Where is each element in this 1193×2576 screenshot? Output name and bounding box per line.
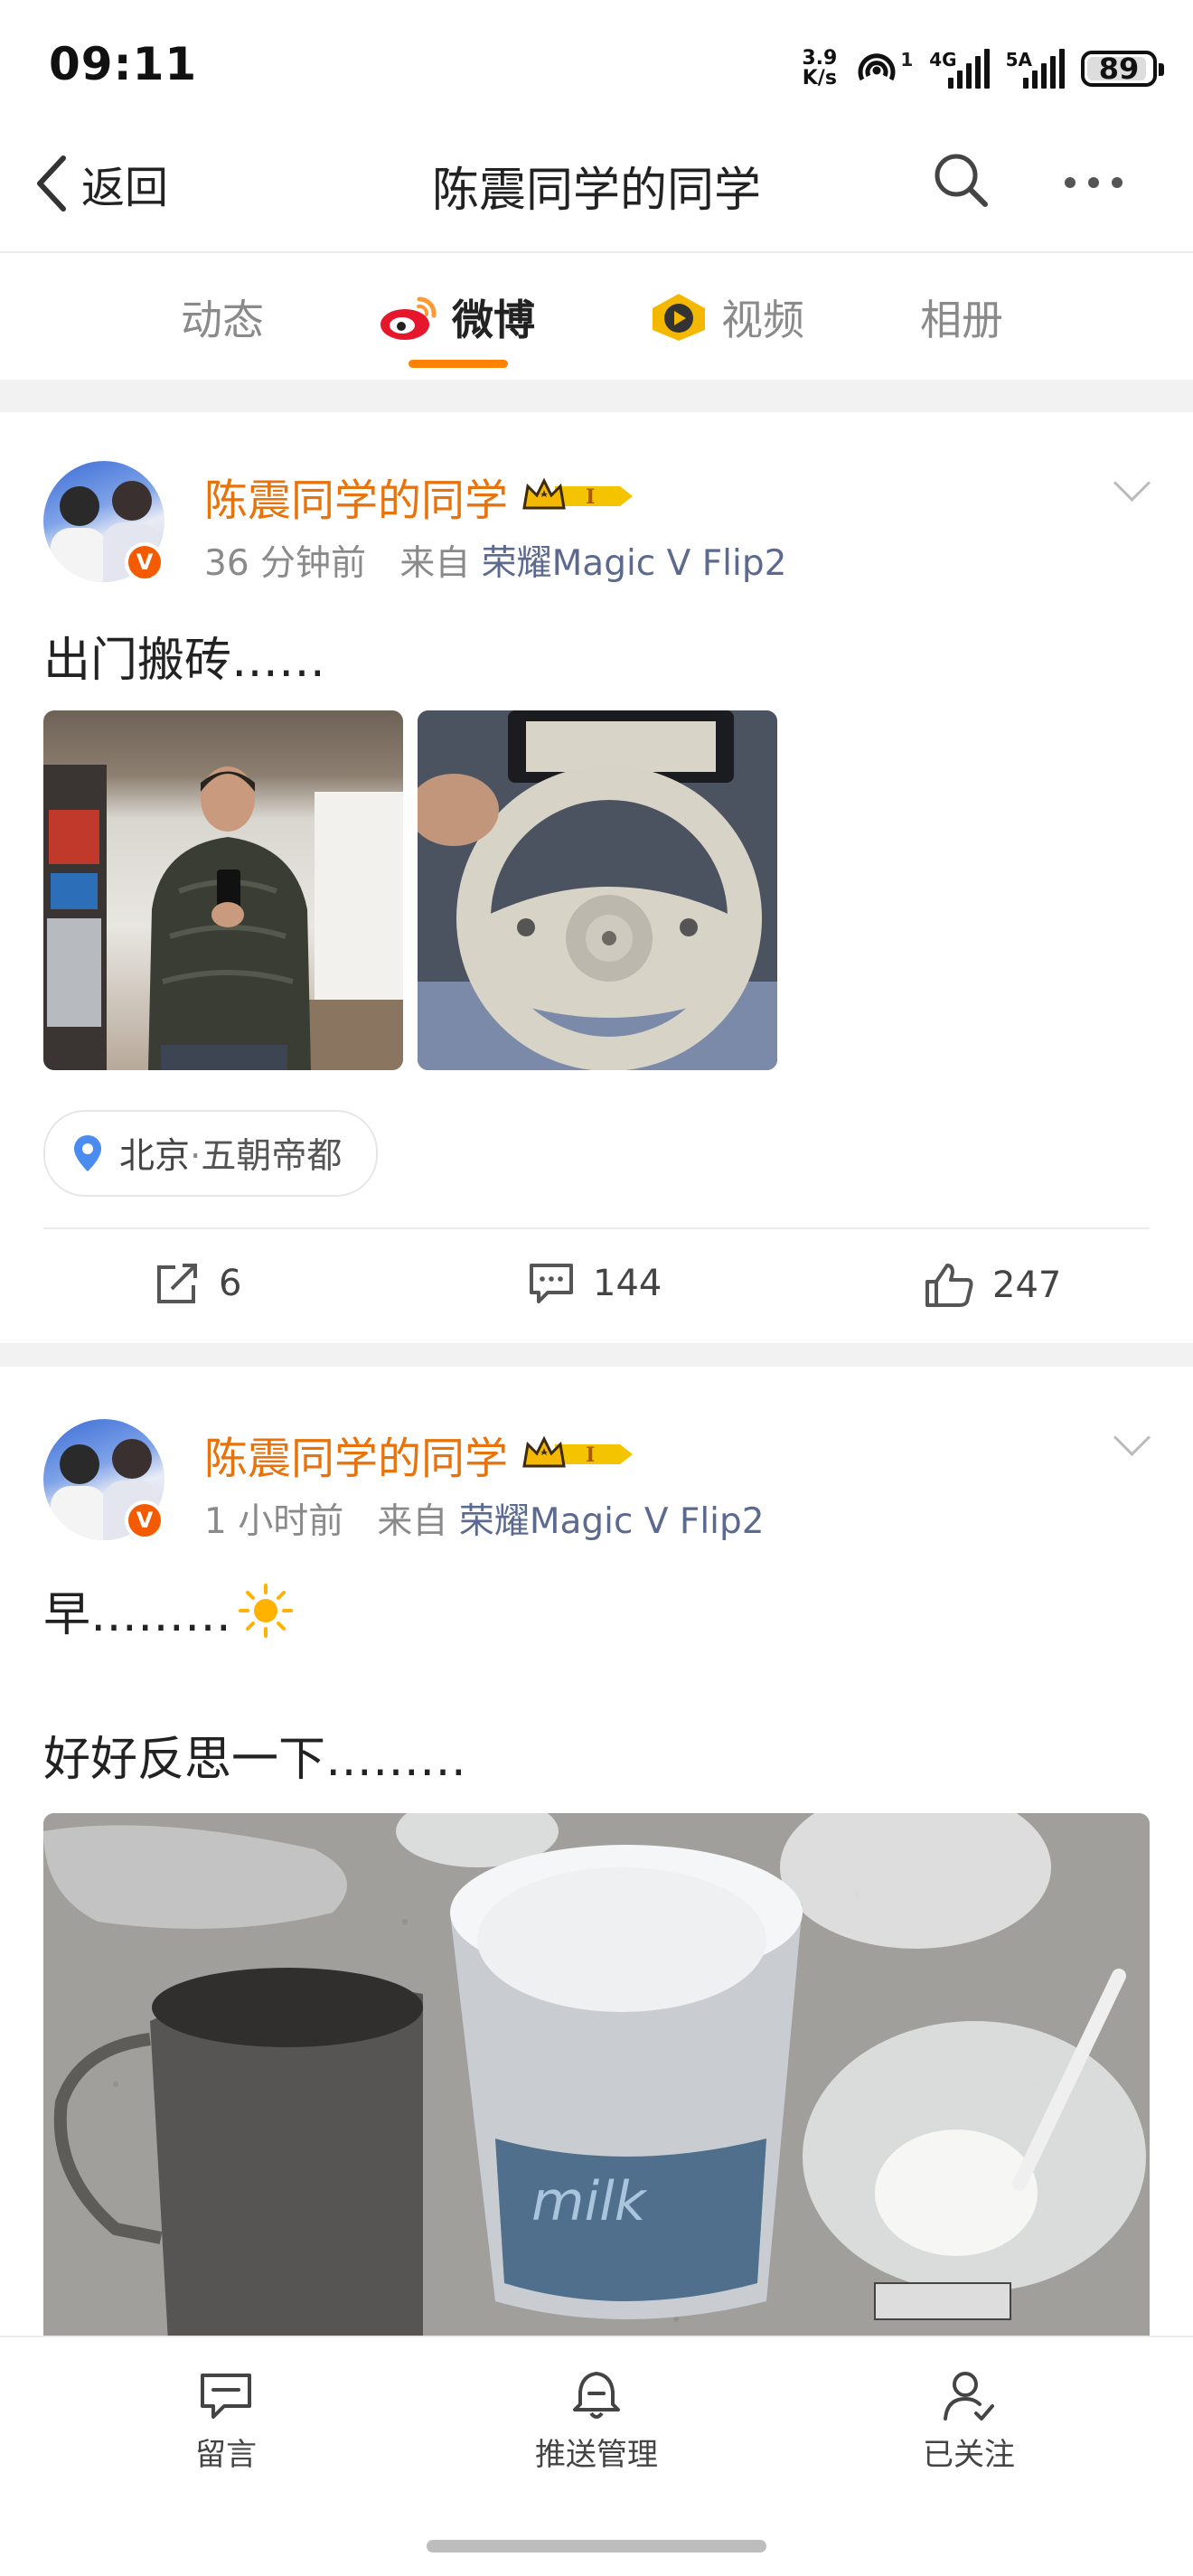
post-image[interactable] — [418, 710, 777, 1070]
tab-album[interactable]: 相册 — [920, 287, 1003, 347]
photo-steering-wheel — [418, 710, 777, 1070]
tab-label: 动态 — [181, 296, 264, 344]
active-tab-indicator — [409, 360, 508, 368]
tab-label: 视频 — [721, 296, 804, 344]
post-time: 36 分钟前 — [204, 543, 367, 584]
bell-icon — [573, 2372, 620, 2419]
chevron-down-icon[interactable] — [1113, 464, 1151, 503]
verified-badge-icon: V — [125, 542, 164, 582]
thumbs-up-icon — [925, 1264, 973, 1307]
member-crown-icon: I — [519, 474, 636, 519]
battery-icon: 89 — [1081, 51, 1164, 87]
tab-video[interactable]: 视频 — [649, 287, 804, 347]
tab-dongtai[interactable]: 动态 — [181, 287, 264, 347]
battery-level: 89 — [1098, 52, 1140, 86]
video-icon — [653, 294, 705, 341]
tab-weibo[interactable]: 微博 — [378, 287, 535, 347]
section-gap — [0, 380, 1193, 412]
message-button[interactable]: 留言 — [117, 2370, 334, 2474]
tab-label: 相册 — [920, 296, 1003, 344]
post-card: V 陈震同学的同学 I 36 分钟前 来自 荣耀Magic V Flip2 出门… — [0, 412, 1193, 1343]
message-label: 留言 — [195, 2437, 257, 2473]
post-time: 1 小时前 — [204, 1501, 344, 1542]
svg-text:milk: milk — [531, 2170, 648, 2233]
from-label: 来自 — [377, 1501, 448, 1542]
location-sep: · — [190, 1136, 202, 1177]
sun-emoji-icon — [239, 1583, 294, 1638]
network-speed: 3.9 K/s — [802, 49, 837, 89]
page-title: 陈震同学的同学 — [431, 164, 761, 218]
user-check-icon — [944, 2372, 994, 2421]
hotspot-icon: 1 — [853, 49, 913, 89]
post-card: V 陈震同学的同学 I 1 小时前 来自 荣耀Magic V Flip2 早……… — [0, 1367, 1193, 2336]
speed-value: 3.9 — [802, 47, 838, 70]
from-label: 来自 — [399, 543, 471, 584]
comment-button[interactable]: 144 — [528, 1262, 662, 1305]
more-button[interactable] — [1065, 177, 1123, 188]
post-text-line2: 好好反思一下……… — [43, 1733, 467, 1787]
following-button[interactable]: 已关注 — [860, 2370, 1077, 2474]
verified-badge-icon: V — [125, 1500, 164, 1540]
signal-1: 4G — [929, 49, 990, 89]
status-icons: 3.9 K/s 1 4G 5A 89 — [802, 42, 1164, 96]
repost-button[interactable]: 6 — [154, 1262, 241, 1305]
username[interactable]: 陈震同学的同学 — [204, 1423, 508, 1486]
post-source[interactable]: 荣耀Magic V Flip2 — [459, 1501, 765, 1542]
search-icon — [935, 154, 988, 207]
post-source[interactable]: 荣耀Magic V Flip2 — [482, 543, 787, 584]
post-image[interactable]: milk — [43, 1813, 1150, 2336]
username[interactable]: 陈震同学的同学 — [204, 465, 508, 528]
location-tag[interactable]: 北京·五朝帝都 — [43, 1110, 379, 1197]
member-crown-icon: I — [519, 1432, 636, 1477]
hotspot-count: 1 — [900, 49, 914, 71]
signal-2: 5A — [1006, 49, 1065, 89]
repost-count: 6 — [219, 1263, 242, 1304]
push-settings-label: 推送管理 — [535, 2437, 658, 2473]
dot-icon — [1065, 177, 1076, 188]
post-text-line1: 早……… — [43, 1588, 232, 1642]
section-gap — [0, 1343, 1193, 1367]
comment-icon — [530, 1264, 573, 1303]
location-name: 五朝帝都 — [201, 1136, 343, 1177]
post-image[interactable] — [43, 710, 403, 1070]
photo-breakfast: milk — [43, 1813, 1150, 2336]
profile-tabs: 动态 微博 视频 相册 — [0, 262, 1193, 371]
home-indicator[interactable] — [427, 2540, 766, 2552]
status-time: 09:11 — [49, 38, 198, 90]
nav-divider — [0, 251, 1193, 253]
photo-selfie — [43, 765, 403, 1070]
dot-icon — [1112, 177, 1123, 188]
weibo-logo-icon — [380, 296, 437, 340]
chevron-down-icon[interactable] — [1113, 1418, 1151, 1457]
signal-bars-icon — [947, 49, 990, 89]
post-text: 出门搬砖…… — [43, 634, 326, 688]
location-city: 北京 — [119, 1136, 191, 1177]
comment-count: 144 — [593, 1263, 662, 1304]
post-divider — [43, 1227, 1150, 1229]
search-button[interactable] — [931, 150, 991, 213]
push-settings-button[interactable]: 推送管理 — [488, 2370, 705, 2474]
post-text: 早……… — [43, 1576, 295, 1644]
following-label: 已关注 — [923, 2437, 1015, 2473]
speed-unit: K/s — [802, 67, 837, 89]
message-icon — [201, 2374, 251, 2419]
signal-bars-icon — [1023, 49, 1065, 89]
repost-icon — [157, 1264, 197, 1303]
like-count: 247 — [992, 1264, 1062, 1306]
svg-text:I: I — [586, 1443, 595, 1467]
location-pin-icon — [74, 1135, 101, 1171]
like-button[interactable]: 247 — [924, 1262, 1061, 1309]
dot-icon — [1088, 177, 1099, 188]
svg-text:I: I — [586, 485, 595, 509]
tab-label: 微博 — [452, 296, 535, 344]
